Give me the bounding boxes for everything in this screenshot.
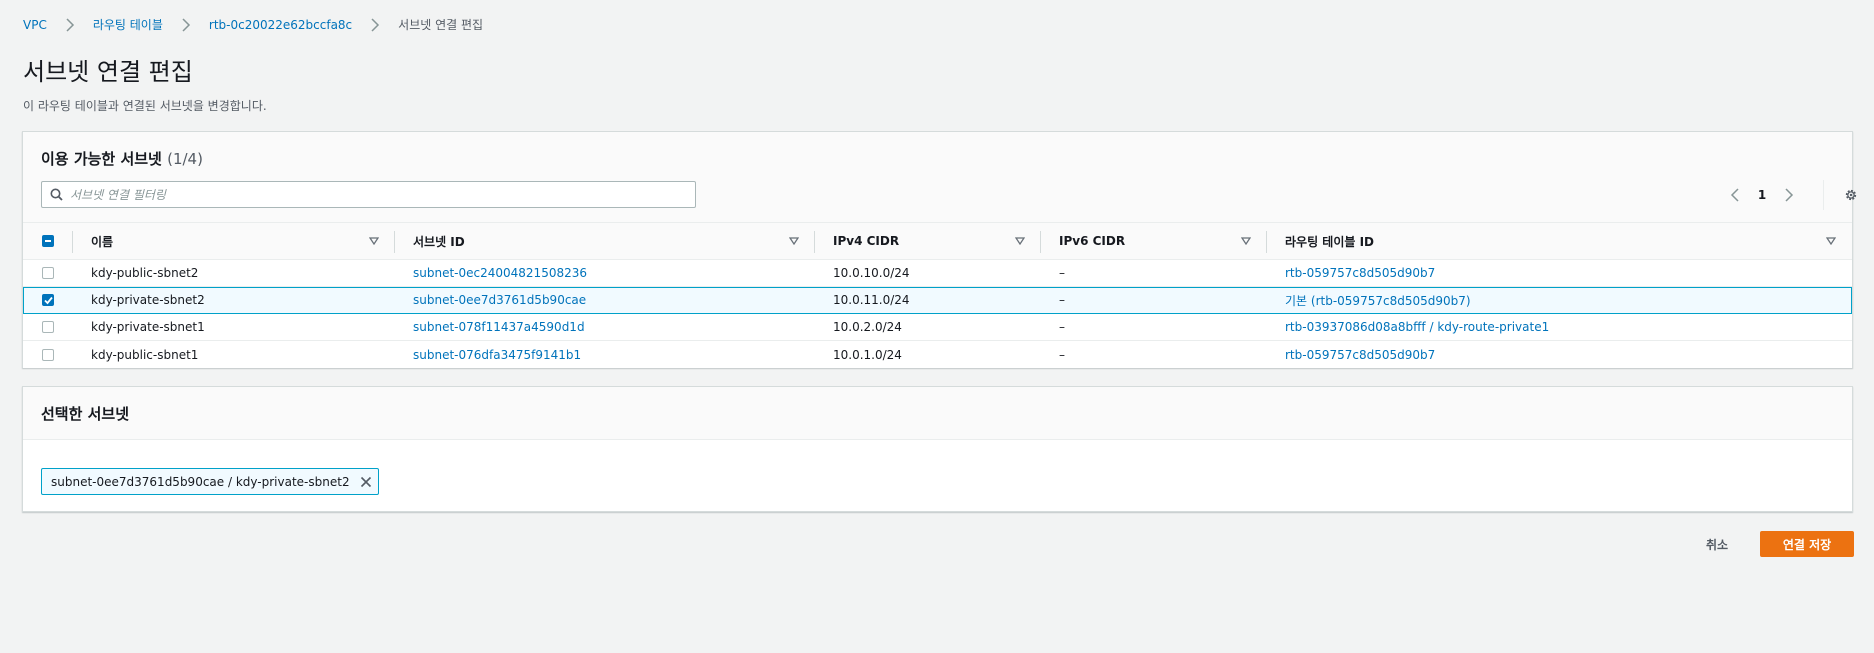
subnet-id-link[interactable]: subnet-0ee7d3761d5b90cae [413,293,586,307]
selected-subnet-token-label: subnet-0ee7d3761d5b90cae / kdy-private-s… [51,474,350,489]
cell-name: kdy-private-sbnet1 [91,320,205,334]
cell-ipv4: 10.0.1.0/24 [833,347,902,362]
cell-ipv6: – [1059,320,1065,334]
selected-subnet-token: subnet-0ee7d3761d5b90cae / kdy-private-s… [41,468,379,495]
table-row[interactable]: kdy-public-sbnet2 subnet-0ec240048215082… [23,260,1852,287]
row-checkbox[interactable] [42,321,54,333]
filter-search-box [41,181,696,208]
column-header-route-table[interactable]: 라우팅 테이블 ID [1267,223,1852,259]
row-checkbox[interactable] [42,348,54,361]
column-header-ipv6[interactable]: IPv6 CIDR [1041,223,1267,259]
page-title: 서브넷 연결 편집 [23,58,193,86]
sort-caret-down-icon [369,237,379,245]
cell-name: kdy-private-sbnet2 [91,293,205,307]
filter-search-input[interactable] [70,187,670,202]
available-subnets-title: 이용 가능한 서브넷 [41,150,162,168]
column-header-label: 이름 [91,234,114,249]
sort-caret-down-icon [1015,237,1025,245]
subnet-id-link[interactable]: subnet-078f11437a4590d1d [413,320,585,334]
select-all-checkbox[interactable] [42,235,54,247]
page-number[interactable]: 1 [1747,188,1777,202]
cell-name: kdy-public-sbnet2 [91,266,199,280]
gear-icon [1845,189,1857,201]
route-table-link[interactable]: rtb-059757c8d505d90b7 [1285,266,1435,280]
subnet-id-link[interactable]: subnet-0ec24004821508236 [413,266,587,280]
chevron-right-icon [175,17,197,32]
column-header-label: IPv6 CIDR [1059,234,1126,248]
column-header-label: 서브넷 ID [413,234,465,249]
row-checkbox[interactable] [42,267,54,279]
table-settings-button[interactable] [1839,184,1863,206]
breadcrumb-route-tables[interactable]: 라우팅 테이블 [93,16,163,33]
breadcrumb-vpc[interactable]: VPC [23,18,47,32]
route-table-link[interactable]: rtb-03937086d08a8bfff / kdy-route-privat… [1285,320,1549,334]
cell-ipv4: 10.0.2.0/24 [833,320,902,334]
cell-subnet-id: subnet-0ee7d3761d5b90cae [395,287,815,313]
cell-subnet-id: subnet-0ec24004821508236 [395,260,815,286]
sort-caret-down-icon [789,237,799,245]
row-select-cell [23,314,73,340]
page-description: 이 라우팅 테이블과 연결된 서브넷을 변경합니다. [23,99,267,113]
route-table-link[interactable]: rtb-059757c8d505d90b7 [1285,348,1435,362]
prev-page-button[interactable] [1723,184,1747,206]
row-select-cell [23,341,73,368]
table-header-row: 이름 서브넷 ID IPv4 CIDR IPv6 CIDR 라우팅 테이블 ID [23,222,1852,260]
cell-route-table: rtb-03937086d08a8bfff / kdy-route-privat… [1267,314,1852,340]
remove-token-button[interactable] [360,476,372,488]
chevron-left-icon [1730,188,1739,202]
selected-subnets-title: 선택한 서브넷 [23,387,1852,440]
available-subnets-header: 이용 가능한 서브넷 (1/4) [41,148,203,169]
chevron-right-icon [364,17,386,32]
pagination: 1 [1723,184,1801,206]
breadcrumb-route-table-id[interactable]: rtb-0c20022e62bccfa8c [209,18,352,32]
close-icon [360,476,371,487]
table-row-selected[interactable]: kdy-private-sbnet2 subnet-0ee7d3761d5b90… [23,287,1852,314]
header-select-all [23,223,73,259]
cell-ipv4: 10.0.11.0/24 [833,293,910,307]
chevron-right-icon [59,17,81,32]
cell-route-table: 기본 (rtb-059757c8d505d90b7) [1267,287,1852,313]
cell-subnet-id: subnet-078f11437a4590d1d [395,314,815,340]
subnets-table: 이름 서브넷 ID IPv4 CIDR IPv6 CIDR 라우팅 테이블 ID [23,222,1852,368]
cell-name: kdy-public-sbnet1 [91,347,199,362]
table-row[interactable]: kdy-private-sbnet1 subnet-078f11437a4590… [23,314,1852,341]
cancel-button[interactable]: 취소 [1694,531,1740,557]
cell-ipv6: – [1059,266,1065,280]
column-header-ipv4[interactable]: IPv4 CIDR [815,223,1041,259]
column-header-label: 라우팅 테이블 ID [1285,234,1375,249]
row-select-cell [23,260,73,286]
subnet-id-link[interactable]: subnet-076dfa3475f9141b1 [413,348,581,362]
chevron-right-icon [1785,188,1794,202]
cell-subnet-id: subnet-076dfa3475f9141b1 [395,341,815,368]
search-icon [42,188,70,201]
cell-ipv4: 10.0.10.0/24 [833,266,910,280]
sort-caret-down-icon [1826,237,1836,245]
row-checkbox-checked[interactable] [42,294,54,306]
cell-ipv6: – [1059,347,1065,362]
route-table-link[interactable]: 기본 (rtb-059757c8d505d90b7) [1285,292,1471,309]
pager-divider [1823,180,1824,210]
available-subnets-panel: 이용 가능한 서브넷 (1/4) 1 [22,131,1857,368]
column-header-subnet-id[interactable]: 서브넷 ID [395,223,815,259]
next-page-button[interactable] [1777,184,1801,206]
table-row[interactable]: kdy-public-sbnet1 subnet-076dfa3475f9141… [23,341,1852,368]
selected-subnets-panel: 선택한 서브넷 subnet-0ee7d3761d5b90cae / kdy-p… [22,386,1853,512]
cell-route-table: rtb-059757c8d505d90b7 [1267,341,1852,368]
column-header-label: IPv4 CIDR [833,234,900,248]
row-select-cell [23,287,73,313]
cell-ipv6: – [1059,293,1065,307]
checkmark-icon [43,296,53,304]
breadcrumb-current: 서브넷 연결 편집 [398,18,484,32]
selection-count: (1/4) [167,150,203,168]
sort-caret-down-icon [1241,237,1251,245]
save-associations-button[interactable]: 연결 저장 [1760,531,1854,557]
cell-route-table: rtb-059757c8d505d90b7 [1267,260,1852,286]
column-header-name[interactable]: 이름 [73,223,395,259]
breadcrumb: VPC 라우팅 테이블 rtb-0c20022e62bccfa8c 서브넷 연결… [23,16,483,33]
minus-icon [45,240,51,242]
